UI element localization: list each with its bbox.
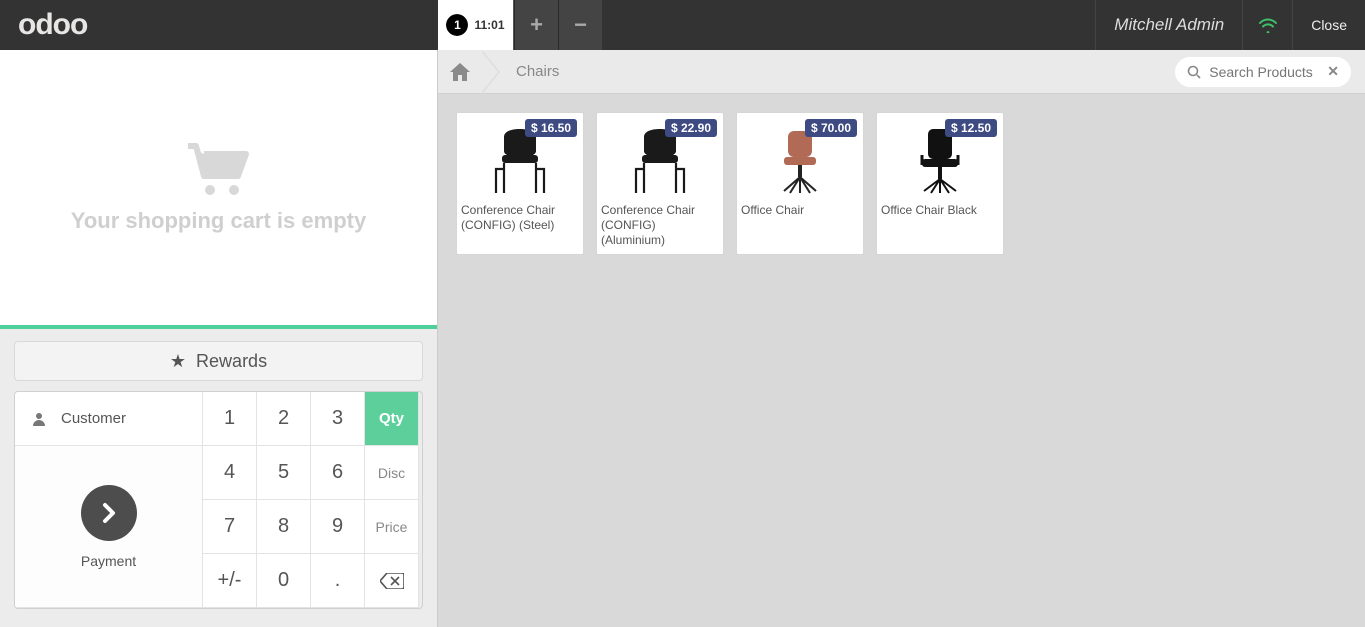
product-grid: $ 16.50 Conference Chair (CONFIG) (Steel)… [438,94,1365,273]
keypad-6[interactable]: 6 [311,446,365,500]
keypad-8[interactable]: 8 [257,500,311,554]
left-panel: Your shopping cart is empty ★ Rewards Cu… [0,50,438,627]
cart-empty-text: Your shopping cart is empty [71,208,366,234]
right-panel: Chairs ✕ $ 16.50 Conference Chair (CONFIG… [438,50,1365,627]
keypad-2[interactable]: 2 [257,392,311,446]
keypad-backspace[interactable] [365,554,419,608]
mode-qty-button[interactable]: Qty [365,392,419,446]
breadcrumb-category[interactable]: Chairs [500,63,575,80]
keypad-3[interactable]: 3 [311,392,365,446]
cart-area: Your shopping cart is empty [0,50,437,329]
product-name: Office Chair [737,199,863,231]
close-button[interactable]: Close [1292,0,1365,50]
search-clear-icon[interactable]: ✕ [1327,63,1339,80]
odoo-logo: odoo [18,8,87,42]
connection-status-button[interactable] [1242,0,1292,50]
product-card[interactable]: $ 12.50 Office Chair Black [876,112,1004,255]
payment-circle [81,485,137,541]
product-name: Conference Chair (CONFIG) (Steel) [457,199,583,239]
wifi-icon [1258,17,1278,33]
product-name: Conference Chair (CONFIG) (Aluminium) [597,199,723,254]
user-name[interactable]: Mitchell Admin [1095,0,1242,50]
search-box[interactable]: ✕ [1175,57,1351,87]
mode-price-button[interactable]: Price [365,500,419,554]
star-icon: ★ [170,351,186,372]
main: Your shopping cart is empty ★ Rewards Cu… [0,50,1365,627]
breadcrumb-bar: Chairs ✕ [438,50,1365,94]
keypad-7[interactable]: 7 [203,500,257,554]
price-tag: $ 70.00 [805,119,857,137]
add-order-button[interactable]: + [514,0,558,50]
order-time: 11:01 [474,18,504,32]
logo-zone: odoo [0,0,438,50]
keypad-4[interactable]: 4 [203,446,257,500]
controls-area: ★ Rewards Customer 1 2 3 Qty Paym [0,329,437,627]
keypad-9[interactable]: 9 [311,500,365,554]
keypad-0[interactable]: 0 [257,554,311,608]
remove-order-button[interactable]: − [558,0,602,50]
keypad-1[interactable]: 1 [203,392,257,446]
rewards-button[interactable]: ★ Rewards [14,341,423,381]
product-card[interactable]: $ 22.90 Conference Chair (CONFIG) (Alumin… [596,112,724,255]
cart-icon [184,142,254,198]
search-icon [1187,65,1201,79]
price-tag: $ 16.50 [525,119,577,137]
order-badge: 1 [446,14,468,36]
chevron-right-icon [98,502,120,524]
minus-icon: − [574,12,587,38]
order-tabs: 1 11:01 + − [438,0,602,50]
payment-button[interactable]: Payment [15,446,203,608]
topbar-right: Mitchell Admin Close [1095,0,1365,50]
keypad: Customer 1 2 3 Qty Payment 4 5 6 Disc [14,391,423,609]
price-tag: $ 22.90 [665,119,717,137]
mode-disc-button[interactable]: Disc [365,446,419,500]
keypad-plusminus[interactable]: +/- [203,554,257,608]
keypad-dot[interactable]: . [311,554,365,608]
customer-label: Customer [61,410,126,427]
product-card[interactable]: $ 16.50 Conference Chair (CONFIG) (Steel) [456,112,584,255]
product-name: Office Chair Black [877,199,1003,231]
price-tag: $ 12.50 [945,119,997,137]
product-card[interactable]: $ 70.00 Office Chair [736,112,864,255]
backspace-icon [380,573,404,589]
home-icon [450,63,470,81]
payment-label: Payment [81,553,136,569]
search-input[interactable] [1209,64,1319,80]
top-bar: odoo 1 11:01 + − Mitchell Admin Close [0,0,1365,50]
order-tab-1[interactable]: 1 11:01 [438,0,514,50]
breadcrumb-separator [482,50,500,94]
plus-icon: + [530,12,543,38]
keypad-5[interactable]: 5 [257,446,311,500]
close-label: Close [1311,17,1347,33]
breadcrumb-home[interactable] [438,50,482,94]
rewards-label: Rewards [196,351,267,372]
user-icon [31,411,47,427]
customer-button[interactable]: Customer [15,392,203,446]
